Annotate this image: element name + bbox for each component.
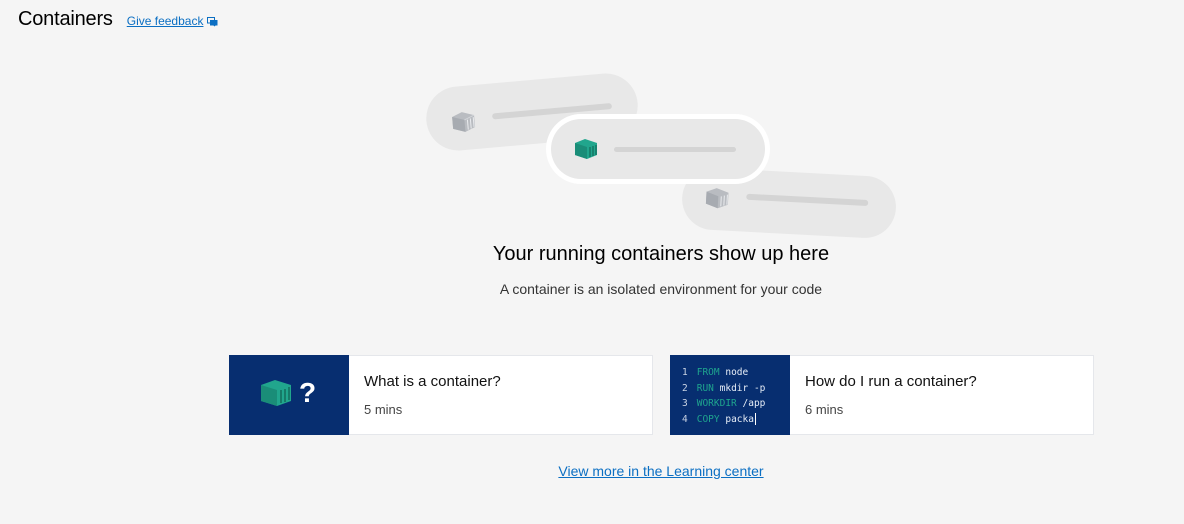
text-cursor (754, 413, 756, 425)
dockerfile-snippet: 1 FROM node 2 RUN mkdir -p 3 WORKDIR /app 4… (682, 365, 765, 427)
give-feedback-link[interactable]: Give feedback (127, 14, 219, 28)
card-thumbnail: ? (229, 355, 349, 435)
empty-state-title: Your running containers show up here (492, 243, 830, 265)
card-duration: 6 mins (805, 402, 844, 417)
learning-cards: ? What is a container? 5 mins 1 FROM node… (229, 355, 1094, 435)
card-title: How do I run a container? (805, 373, 977, 390)
give-feedback-label: Give feedback (126, 14, 204, 28)
empty-state-subtitle: A container is an isolated environment f… (499, 281, 823, 297)
code-line: 3 WORKDIR /app (682, 398, 766, 409)
card-duration: 5 mins (364, 402, 403, 417)
question-mark: ? (299, 377, 317, 408)
learning-center-link[interactable]: View more in the Learning center (0, 463, 1184, 479)
learning-card-run-container[interactable]: 1 FROM node 2 RUN mkdir -p 3 WORKDIR /app 4… (670, 355, 1094, 435)
page-title: Containers (18, 8, 113, 30)
learning-card-what-is-container[interactable]: ? What is a container? 5 mins (229, 355, 653, 435)
containers-illustration (426, 73, 896, 238)
card-title: What is a container? (364, 373, 501, 390)
containers-page: Containers Give feedback Your running co… (0, 0, 1184, 524)
feedback-icon (207, 17, 218, 27)
container-icon (575, 139, 597, 159)
container-icon (261, 380, 291, 406)
code-line: 2 RUN mkdir -p (682, 382, 766, 394)
code-line: 4 COPY packa (682, 413, 756, 425)
illustration-pill-2 (546, 114, 770, 184)
code-line: 1 FROM node (682, 367, 749, 378)
page-header: Containers Give feedback (18, 8, 218, 31)
card-thumbnail: 1 FROM node 2 RUN mkdir -p 3 WORKDIR /app 4… (670, 355, 790, 435)
